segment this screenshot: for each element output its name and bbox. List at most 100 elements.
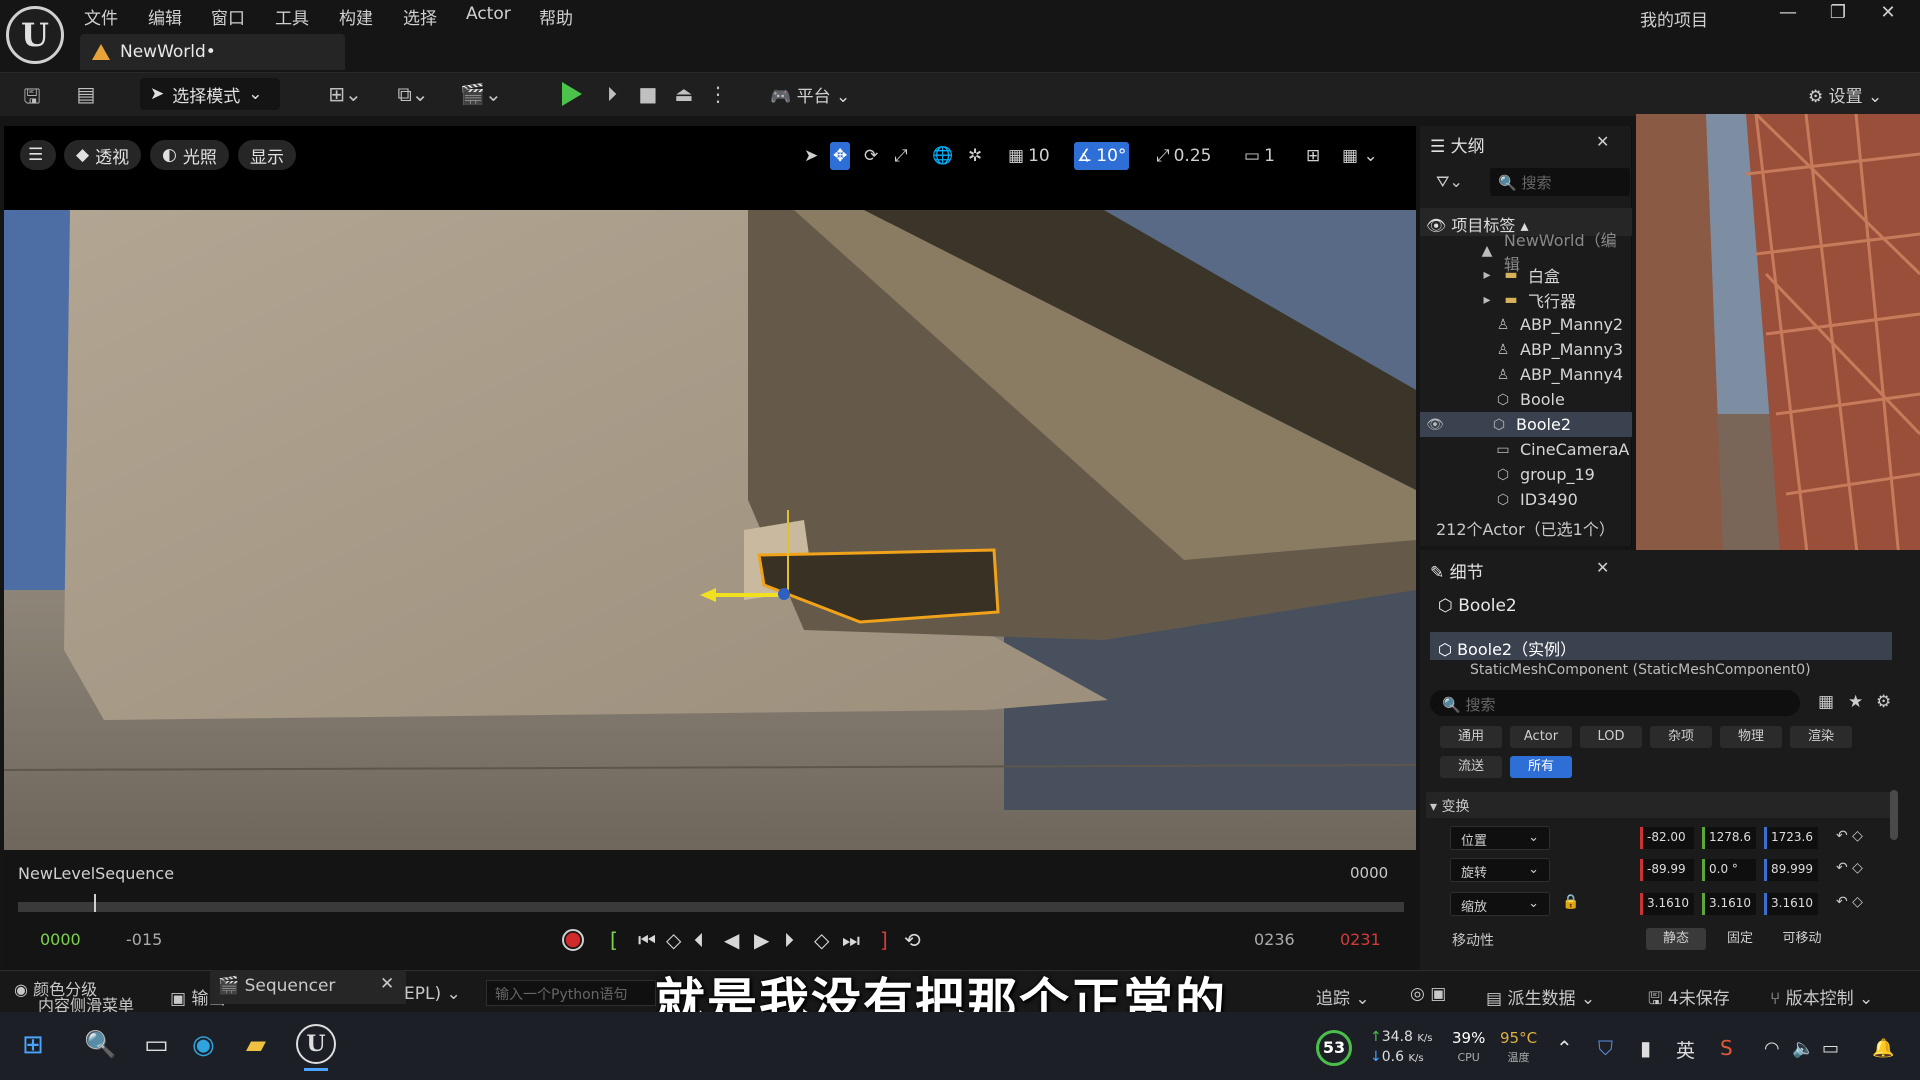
trace-menu[interactable]: 追踪 ⌄ <box>1316 984 1370 1009</box>
location-z-input[interactable]: 1723.6 <box>1764 827 1818 849</box>
show-button[interactable]: 显示 <box>238 140 296 170</box>
rotation-z-input[interactable]: 89.999 <box>1764 859 1818 881</box>
reset-icon[interactable]: ↶ ◇ <box>1836 828 1863 844</box>
surface-snap-icon[interactable]: ✲ <box>968 142 982 170</box>
close-sequencer-tab-icon[interactable]: ✕ <box>380 974 394 994</box>
scale-x-input[interactable]: 3.1610 <box>1640 893 1694 915</box>
minimize-icon[interactable]: — <box>1768 2 1808 28</box>
next-key-icon[interactable]: ◇ <box>814 928 829 952</box>
rotation-mode-dropdown[interactable]: 旋转 ⌄ <box>1450 858 1550 882</box>
live-coding-icon[interactable]: ◎ ▣ <box>1410 984 1446 1004</box>
filter-icon[interactable]: ⛛⌄ <box>1436 172 1463 192</box>
close-details-icon[interactable]: ✕ <box>1596 558 1609 577</box>
select-mode-dropdown[interactable]: ➤ 选择模式 ⌄ <box>140 78 280 110</box>
location-y-input[interactable]: 1278.6 <box>1702 827 1756 849</box>
filter-chip-lod[interactable]: LOD <box>1580 726 1642 748</box>
reset-icon[interactable]: ↶ ◇ <box>1836 894 1863 910</box>
save-icon[interactable]: 🖫 <box>18 82 46 108</box>
ime-indicator[interactable]: 英 <box>1676 1036 1695 1063</box>
filter-chip-all[interactable]: 所有 <box>1510 756 1572 778</box>
platform-menu[interactable]: 🎮 平台 ⌄ <box>770 82 850 107</box>
derived-data-menu[interactable]: ▤ 派生数据 ⌄ <box>1486 984 1595 1009</box>
cmd-mode-dropdown[interactable]: EPL) ⌄ <box>404 984 461 1004</box>
table-view-icon[interactable]: ▦ <box>1818 692 1834 712</box>
unreal-logo-icon[interactable]: U <box>6 6 64 64</box>
outliner-row-actor[interactable]: ⬡ ID3490 <box>1420 487 1632 512</box>
details-component-row[interactable]: StaticMeshComponent (StaticMeshComponent… <box>1470 662 1890 676</box>
menu-actor[interactable]: Actor <box>466 4 511 28</box>
step-icon[interactable]: ⏵ <box>600 82 624 108</box>
scale-tool-icon[interactable]: ⤢ <box>894 142 908 170</box>
level-viewport[interactable] <box>4 210 1416 850</box>
bookmark-icon[interactable]: ▮ <box>1640 1036 1651 1060</box>
source-control-menu[interactable]: ⑂ 版本控制 ⌄ <box>1770 984 1873 1009</box>
lighting-button[interactable]: ◐ 光照 <box>150 140 229 170</box>
unsaved-button[interactable]: 🖫 4未保存 <box>1648 984 1730 1015</box>
outliner-row-actor[interactable]: ▭ CineCameraA <box>1420 437 1632 462</box>
more-options-icon[interactable]: ⋮ <box>708 82 728 108</box>
scale-mode-dropdown[interactable]: 缩放 ⌄ <box>1450 892 1550 916</box>
reset-icon[interactable]: ↶ ◇ <box>1836 860 1863 876</box>
security-shield-icon[interactable]: ⛉ <box>1598 1036 1613 1060</box>
camera-speed[interactable]: ▭ 1 <box>1244 142 1275 170</box>
blueprint-icon[interactable]: ⧉⌄ <box>390 82 436 108</box>
menu-window[interactable]: 窗口 <box>211 4 245 29</box>
outliner-row-actor[interactable]: ⬡ Boole <box>1420 387 1632 412</box>
close-outliner-icon[interactable]: ✕ <box>1596 132 1609 151</box>
outliner-row-selected[interactable]: 👁 ⬡ Boole2 <box>1420 412 1632 437</box>
favorite-star-icon[interactable]: ★ <box>1848 692 1863 712</box>
menu-file[interactable]: 文件 <box>84 4 118 29</box>
menu-help[interactable]: 帮助 <box>539 4 573 29</box>
mobility-static-button[interactable]: 静态 <box>1646 928 1706 950</box>
gear-icon[interactable]: ⚙ <box>1876 692 1891 712</box>
file-explorer-icon[interactable]: ▰ <box>246 1030 266 1060</box>
grid-snap[interactable]: ▦ 10 <box>1008 142 1050 170</box>
jump-start-icon[interactable]: ⏮ <box>638 928 656 952</box>
add-actor-icon[interactable]: ⊞⌄ <box>322 82 368 108</box>
filter-chip-physics[interactable]: 物理 <box>1720 726 1782 748</box>
level-tab[interactable]: NewWorld• <box>80 34 345 70</box>
wifi-icon[interactable]: ◠ <box>1764 1038 1780 1059</box>
python-console-input[interactable]: 输入一个Python语句 <box>486 980 656 1006</box>
sequence-view-start[interactable]: -015 <box>126 930 162 949</box>
unreal-editor-taskbar-icon[interactable]: U <box>296 1024 336 1064</box>
scale-z-input[interactable]: 3.1610 <box>1764 893 1818 915</box>
rotation-y-input[interactable]: 0.0 ° <box>1702 859 1756 881</box>
set-start-icon[interactable]: [ <box>610 928 618 952</box>
sequence-view-end[interactable]: 0236 <box>1254 930 1295 949</box>
rotation-x-input[interactable]: -89.99 <box>1640 859 1694 881</box>
filter-chip-misc[interactable]: 杂项 <box>1650 726 1712 748</box>
location-mode-dropdown[interactable]: 位置 ⌄ <box>1450 826 1550 850</box>
stop-icon[interactable]: ■ <box>636 82 660 108</box>
menu-tools[interactable]: 工具 <box>275 4 309 29</box>
rotation-snap[interactable]: ∡ 10° <box>1074 142 1130 170</box>
menu-build[interactable]: 构建 <box>339 4 373 29</box>
play-reverse-icon[interactable]: ◀ <box>724 928 739 952</box>
edge-browser-icon[interactable]: ◉ <box>192 1030 215 1060</box>
scale-y-input[interactable]: 3.1610 <box>1702 893 1756 915</box>
menu-select[interactable]: 选择 <box>403 4 437 29</box>
cinematics-icon[interactable]: 🎬⌄ <box>458 82 504 108</box>
task-view-icon[interactable]: ▭ <box>144 1030 169 1060</box>
perspective-button[interactable]: ◆ 透视 <box>64 140 142 170</box>
location-x-input[interactable]: -82.00 <box>1640 827 1694 849</box>
playhead[interactable] <box>94 894 96 912</box>
outliner-row-actor[interactable]: ♙ ABP_Manny3 <box>1420 337 1632 362</box>
outliner-row-actor[interactable]: ♙ ABP_Manny4 <box>1420 362 1632 387</box>
next-frame-icon[interactable]: ⏵ <box>784 928 794 952</box>
content-browser-icon[interactable]: ▤ <box>72 82 100 108</box>
windows-start-icon[interactable]: ⊞ <box>22 1030 44 1060</box>
chevron-up-icon[interactable]: ⌃ <box>1556 1036 1573 1060</box>
set-end-icon[interactable]: ] <box>880 928 888 952</box>
search-icon[interactable]: 🔍 <box>84 1030 116 1060</box>
world-space-icon[interactable]: 🌐 <box>932 142 953 170</box>
maximize-icon[interactable]: ❐ <box>1818 2 1858 28</box>
maximize-viewport-icon[interactable]: ⊞ <box>1306 142 1320 170</box>
system-monitor-badge[interactable]: 53 <box>1316 1030 1352 1066</box>
transform-section-header[interactable] <box>1426 792 1892 818</box>
outliner-row-world[interactable]: ▲ NewWorld（编辑 <box>1420 231 1632 274</box>
close-icon[interactable]: ✕ <box>1868 2 1908 28</box>
settings-menu[interactable]: ⚙ 设置 ⌄ <box>1808 82 1882 107</box>
filter-chip-actor[interactable]: Actor <box>1510 726 1572 748</box>
filter-chip-rendering[interactable]: 渲染 <box>1790 726 1852 748</box>
